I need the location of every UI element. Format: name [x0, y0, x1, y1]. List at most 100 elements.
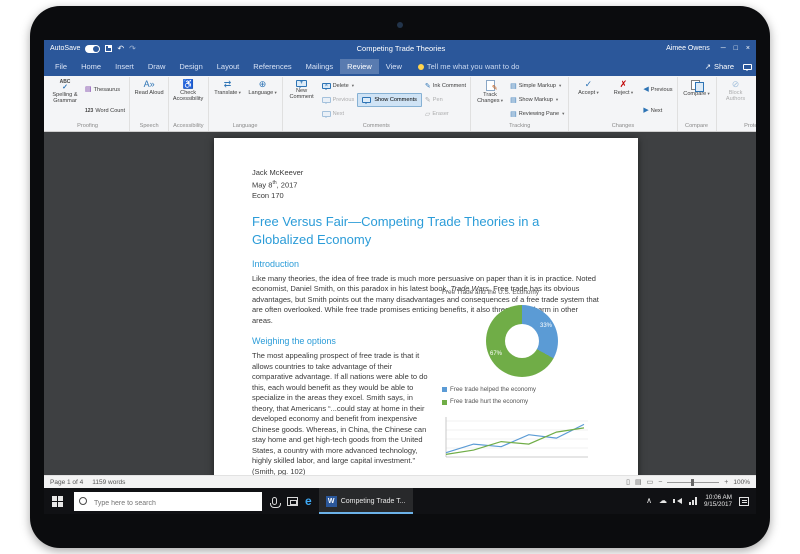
read-mode-button[interactable]: ▯	[626, 478, 630, 486]
previous-change-icon: ◀	[643, 86, 648, 93]
track-changes-button[interactable]: Track Changes	[473, 78, 507, 122]
accessibility-icon: ♿	[182, 80, 193, 89]
new-comment-button[interactable]: New Comment	[285, 78, 319, 122]
word-window-button[interactable]: Competing Trade T...	[319, 488, 413, 514]
eraser-button[interactable]: ▱ Eraser	[423, 111, 468, 118]
group-label-tracking: Tracking	[473, 122, 566, 131]
word-count-icon: 123	[85, 108, 93, 114]
close-button[interactable]: ×	[746, 45, 750, 52]
maximize-button[interactable]: □	[734, 45, 738, 52]
translate-button[interactable]: ⇄ Translate	[211, 78, 245, 122]
accept-icon: ✓	[585, 80, 593, 89]
show-markup-dropdown[interactable]: ▤ Show Markup	[508, 97, 566, 104]
tab-design[interactable]: Design	[172, 59, 209, 74]
group-label-changes: Changes	[571, 122, 674, 131]
group-label-accessibility: Accessibility	[171, 122, 205, 131]
task-view-button[interactable]	[287, 497, 298, 506]
reject-button[interactable]: ✗ Reject	[606, 78, 640, 122]
share-button[interactable]: ↗ Share	[705, 62, 734, 71]
block-authors-button[interactable]: ⊘ Block Authors	[719, 78, 753, 122]
next-comment-button[interactable]: Next	[320, 111, 357, 117]
eraser-icon: ▱	[425, 111, 430, 118]
tab-review[interactable]: Review	[340, 59, 379, 74]
zoom-slider-thumb[interactable]	[691, 479, 694, 486]
word-count-button[interactable]: 123 Word Count	[83, 108, 127, 114]
signed-in-user[interactable]: Aimee Owens	[666, 45, 710, 52]
legend-swatch-helped	[442, 387, 447, 392]
tab-view[interactable]: View	[379, 59, 409, 74]
start-button[interactable]	[52, 496, 63, 507]
title-bar: AutoSave ↶ ↷ Competing Trade Theories Ai…	[44, 40, 756, 57]
taskbar-search[interactable]	[74, 492, 262, 511]
document-page[interactable]: Jack McKeever May 8th, 2017 Econ 170 Fre…	[214, 138, 638, 475]
tab-references[interactable]: References	[246, 59, 298, 74]
system-tray: ∧ ☁ 10:06 AM 9/15/2017	[646, 494, 752, 509]
pen-button[interactable]: ✎ Pen	[423, 97, 468, 104]
new-comment-icon	[296, 80, 307, 87]
word-count-indicator[interactable]: 1159 words	[92, 479, 125, 486]
legend-item: Free trade hurt the economy	[442, 397, 602, 408]
volume-icon[interactable]	[674, 498, 682, 504]
check-accessibility-button[interactable]: ♿ Check Accessibility	[171, 78, 205, 122]
language-button[interactable]: ⊕ Language	[246, 78, 280, 122]
minimize-button[interactable]: ─	[721, 45, 726, 52]
taskbar-clock[interactable]: 10:06 AM 9/15/2017	[704, 494, 732, 509]
compare-button[interactable]: Compare	[680, 78, 714, 122]
doc-paragraph-2: The most appealing prospect of free trad…	[252, 351, 434, 475]
spelling-grammar-button[interactable]: ABC Spelling & Grammar	[48, 78, 82, 122]
redo-icon[interactable]: ↷	[129, 45, 136, 53]
group-label-comments: Comments	[285, 122, 469, 131]
previous-comment-button[interactable]: Previous	[320, 97, 357, 103]
tab-insert[interactable]: Insert	[108, 59, 141, 74]
save-icon[interactable]	[105, 45, 112, 52]
restrict-editing-button[interactable]: Restrict Editing	[754, 78, 756, 122]
tell-me-box[interactable]: Tell me what you want to do	[418, 62, 520, 71]
page-indicator[interactable]: Page 1 of 4	[50, 479, 83, 486]
action-center-icon[interactable]	[739, 497, 749, 506]
delete-comment-button[interactable]: Delete	[320, 83, 357, 89]
read-aloud-button[interactable]: A» Read Aloud	[132, 78, 166, 122]
zoom-level[interactable]: 100%	[733, 479, 750, 486]
next-comment-icon	[322, 111, 331, 117]
zoom-slider[interactable]	[667, 482, 719, 483]
previous-change-button[interactable]: ◀ Previous	[641, 86, 674, 93]
tab-mailings[interactable]: Mailings	[299, 59, 341, 74]
accept-button[interactable]: ✓ Accept	[571, 78, 605, 122]
thesaurus-button[interactable]: ▤ Thesaurus	[83, 86, 127, 93]
delete-comment-icon	[322, 83, 331, 89]
taskbar-search-input[interactable]	[74, 494, 262, 513]
markup-page-icon: ▤	[510, 83, 517, 90]
ribbon-group-proofing: ABC Spelling & Grammar ▤ Thesaurus 123 W…	[46, 77, 130, 131]
group-label-language: Language	[211, 122, 280, 131]
book-icon: ▤	[85, 86, 92, 93]
edge-browser-icon[interactable]	[305, 495, 312, 507]
ribbon-group-protect: ⊘ Block Authors Restrict Editing Protect	[717, 77, 756, 131]
ribbon: ABC Spelling & Grammar ▤ Thesaurus 123 W…	[44, 76, 756, 132]
reviewing-pane-dropdown[interactable]: ▤ Reviewing Pane	[508, 111, 566, 118]
pen-icon: ✎	[425, 97, 431, 104]
undo-icon[interactable]: ↶	[117, 45, 124, 53]
zoom-out-button[interactable]: −	[658, 479, 662, 486]
show-markup-icon: ▤	[510, 97, 517, 104]
show-comments-button[interactable]: Show Comments	[357, 93, 422, 107]
comments-panel-icon[interactable]	[743, 64, 752, 70]
next-change-button[interactable]: ▶ Next	[641, 107, 674, 114]
document-chart[interactable]: Free Trade and the U.S. Economy 33% 67% …	[442, 288, 602, 461]
zoom-in-button[interactable]: +	[724, 479, 728, 486]
autosave-label: AutoSave	[50, 45, 80, 52]
tray-chevron-up-icon[interactable]: ∧	[646, 497, 652, 505]
tab-draw[interactable]: Draw	[141, 59, 173, 74]
web-layout-button[interactable]: ▭	[647, 478, 654, 486]
tab-layout[interactable]: Layout	[210, 59, 247, 74]
display-for-review-dropdown[interactable]: ▤ Simple Markup	[508, 83, 566, 90]
autosave-toggle[interactable]	[85, 45, 100, 53]
network-icon[interactable]	[689, 497, 697, 505]
print-layout-button[interactable]: ▤	[635, 478, 642, 486]
status-bar: Page 1 of 4 1159 words ▯ ▤ ▭ − + 100%	[44, 475, 756, 488]
onedrive-cloud-icon[interactable]: ☁	[659, 497, 667, 505]
share-icon: ↗	[705, 62, 711, 71]
microphone-icon[interactable]	[272, 497, 277, 505]
ink-comment-button[interactable]: ✎ Ink Comment	[423, 83, 468, 90]
tab-file[interactable]: File	[48, 59, 74, 74]
tab-home[interactable]: Home	[74, 59, 108, 74]
